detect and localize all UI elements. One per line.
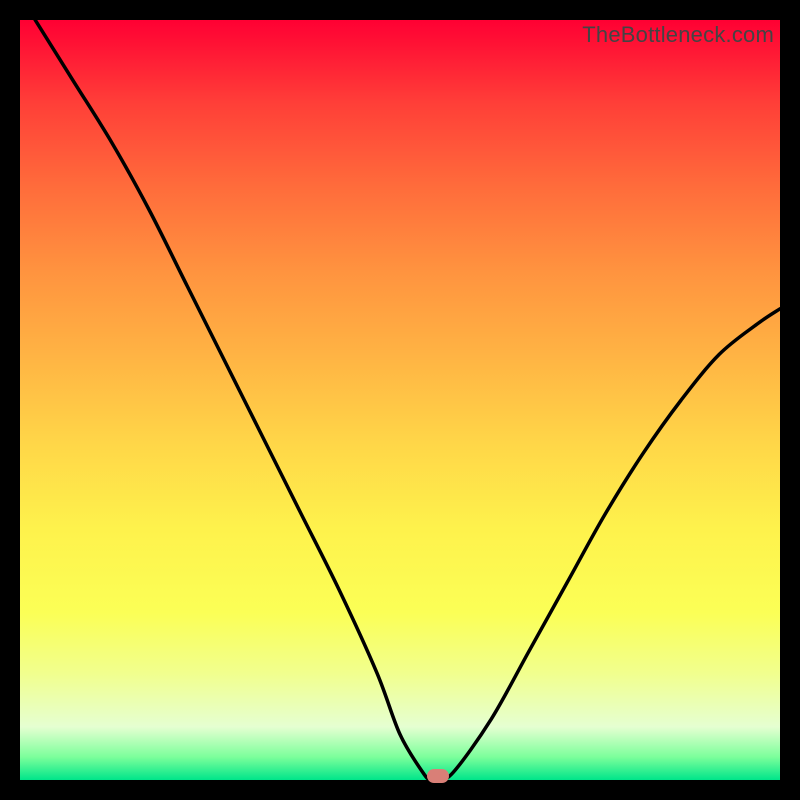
bottleneck-curve — [20, 20, 780, 780]
watermark-text: TheBottleneck.com — [582, 22, 774, 48]
chart-frame: TheBottleneck.com — [0, 0, 800, 800]
min-marker — [427, 769, 449, 783]
plot-area: TheBottleneck.com — [20, 20, 780, 780]
